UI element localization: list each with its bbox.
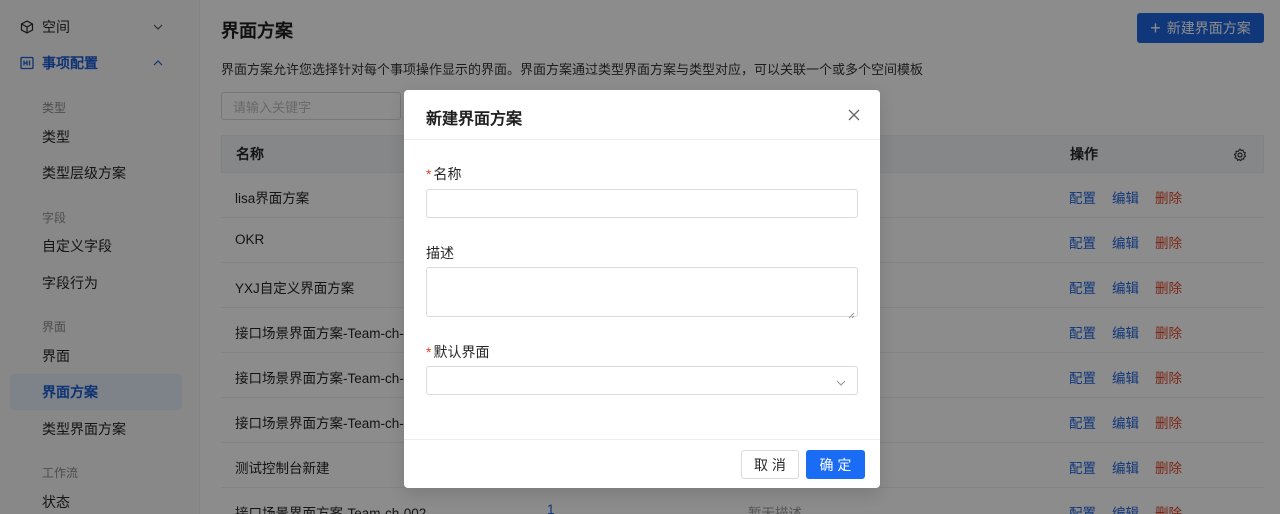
desc-field-label: 描述 xyxy=(426,245,454,261)
dialog-header: 新建界面方案 xyxy=(404,90,880,140)
name-field[interactable] xyxy=(426,189,858,218)
close-icon[interactable] xyxy=(846,107,862,123)
name-field-label: * 名称 xyxy=(426,164,461,184)
resize-handle-icon[interactable] xyxy=(847,306,855,319)
required-marker: * xyxy=(426,344,432,360)
default-screen-field-label: * 默认界面 xyxy=(426,342,489,362)
required-marker: * xyxy=(426,166,432,182)
default-screen-label-text: 默认界面 xyxy=(433,344,490,360)
confirm-button[interactable]: 确 定 xyxy=(806,450,865,479)
dialog-title: 新建界面方案 xyxy=(426,111,523,128)
description-field[interactable] xyxy=(426,267,858,319)
new-scheme-dialog: 新建界面方案 * 名称 描述 * 默认界面 取 消 确 定 xyxy=(404,90,880,488)
cancel-button[interactable]: 取 消 xyxy=(741,450,799,479)
default-screen-select[interactable] xyxy=(426,366,858,395)
chevron-down-icon xyxy=(835,376,847,388)
name-label-text: 名称 xyxy=(433,166,462,182)
dialog-footer: 取 消 确 定 xyxy=(404,439,880,488)
